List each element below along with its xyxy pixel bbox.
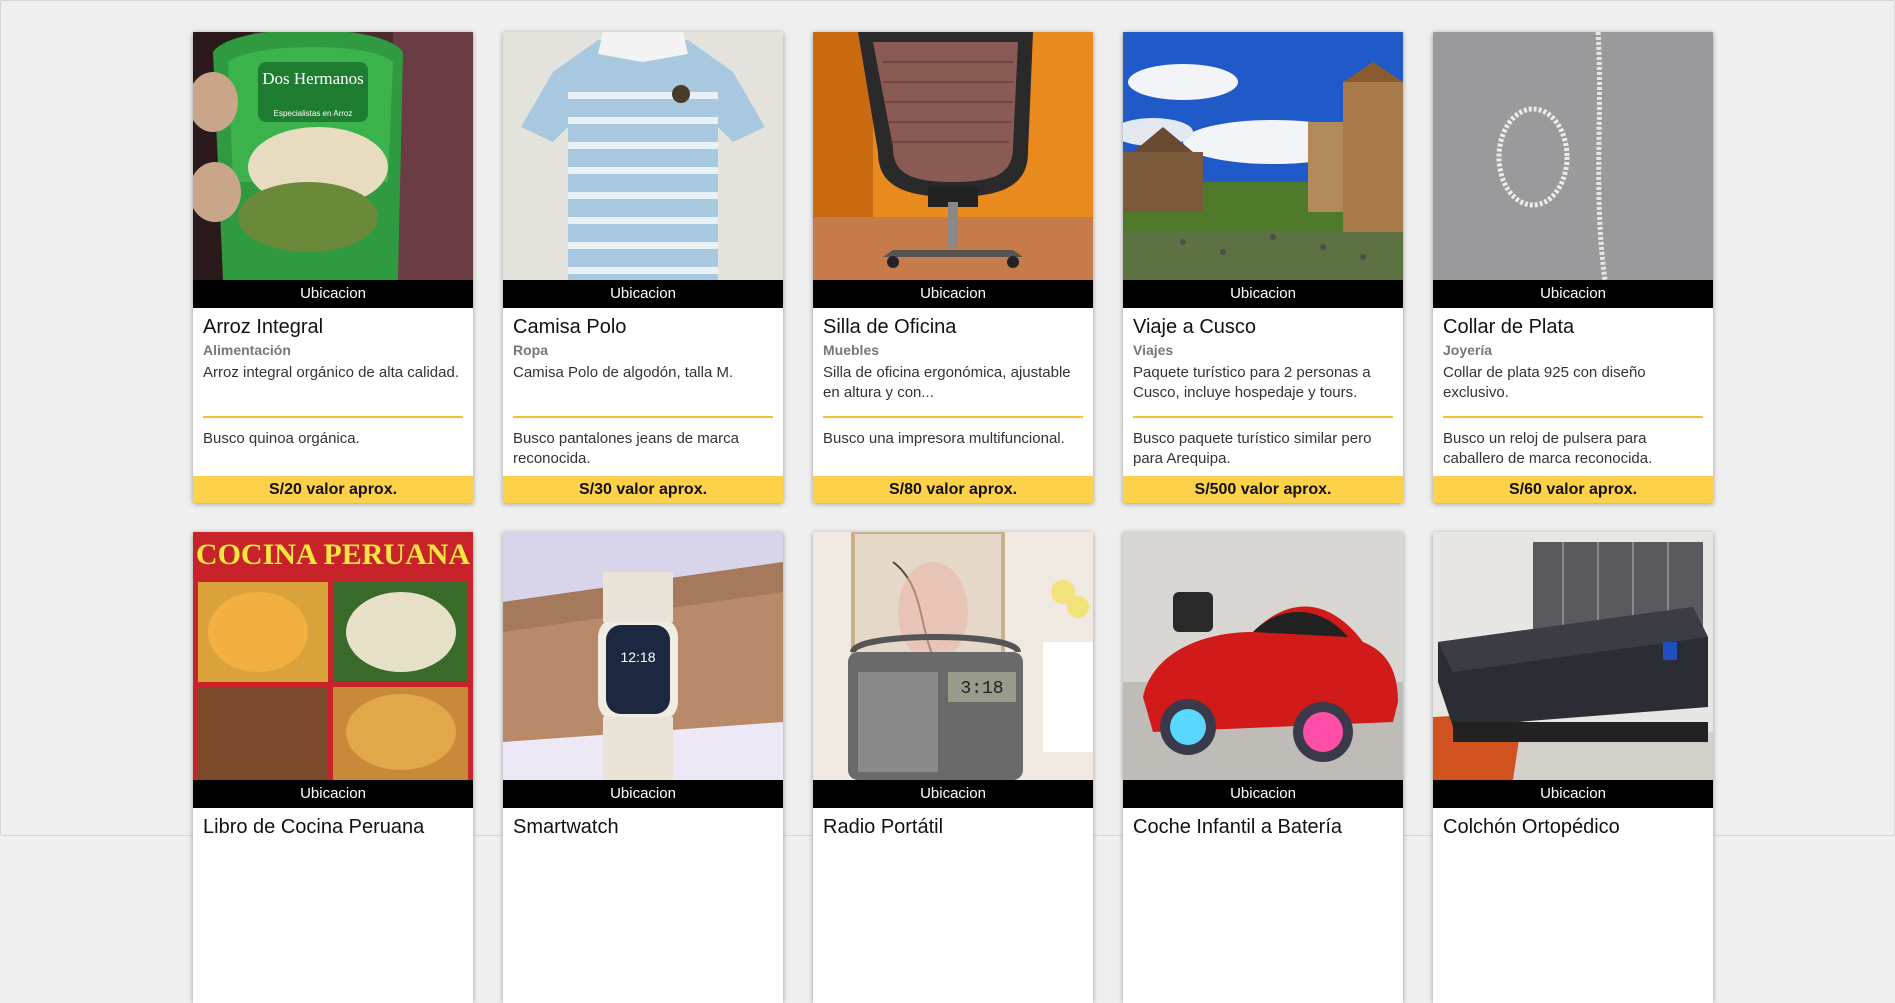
divider xyxy=(1133,416,1393,418)
product-title: Smartwatch xyxy=(513,816,619,838)
product-card[interactable]: Ubicacion Coche Infantil a Batería xyxy=(1123,532,1403,1003)
product-description: Paquete turístico para 2 personas a Cusc… xyxy=(1133,364,1371,401)
product-title: Viaje a Cusco xyxy=(1133,316,1257,338)
product-image[interactable]: 12:18 xyxy=(503,532,783,780)
product-image[interactable] xyxy=(1433,532,1713,780)
product-category: Joyería xyxy=(1443,342,1493,358)
product-category: Muebles xyxy=(823,342,880,358)
product-card[interactable]: Ubicacion Colchón Ortopédico xyxy=(1433,532,1713,1003)
product-title: Camisa Polo xyxy=(513,316,627,338)
product-image[interactable]: 3:18 xyxy=(813,532,1093,780)
cookbook-cover-text: COCINA PERUANA xyxy=(196,538,471,571)
product-title: Libro de Cocina Peruana xyxy=(203,816,425,838)
product-description: Camisa Polo de algodón, talla M. xyxy=(513,364,734,381)
product-image[interactable] xyxy=(813,32,1093,280)
location-bar[interactable]: Ubicacion xyxy=(1123,280,1403,308)
product-card[interactable]: COCINA PERUANA Ubicacion Libro de Cocina… xyxy=(193,532,473,1003)
price-badge: S/60 valor aprox. xyxy=(1433,476,1713,503)
product-title: Arroz Integral xyxy=(203,316,324,338)
divider xyxy=(203,416,463,418)
product-image[interactable] xyxy=(1123,32,1403,280)
product-image[interactable] xyxy=(1433,32,1713,280)
wanted-item: Busco pantalones jeans de marca reconoci… xyxy=(513,430,739,467)
product-description: Arroz integral orgánico de alta calidad. xyxy=(203,364,459,381)
location-bar[interactable]: Ubicacion xyxy=(193,280,473,308)
product-image[interactable] xyxy=(1123,532,1403,780)
location-bar[interactable]: Ubicacion xyxy=(813,280,1093,308)
product-card[interactable]: 3:18 Ubicacion Radio Portátil xyxy=(813,532,1093,1003)
location-bar[interactable]: Ubicacion xyxy=(1433,280,1713,308)
product-card[interactable]: Ubicacion Silla de Oficina Muebles Silla… xyxy=(813,32,1093,503)
product-title: Coche Infantil a Batería xyxy=(1133,816,1343,838)
product-card[interactable]: Ubicacion Collar de Plata Joyería Collar… xyxy=(1433,32,1713,503)
location-bar[interactable]: Ubicacion xyxy=(193,780,473,808)
wanted-item: Busco una impresora multifuncional. xyxy=(823,430,1065,447)
price-badge: S/500 valor aprox. xyxy=(1123,476,1403,503)
product-category: Viajes xyxy=(1133,342,1174,358)
watch-time-text: 12:18 xyxy=(620,649,655,665)
divider xyxy=(1443,416,1703,418)
rice-brand-subtext: Especialistas en Arroz xyxy=(274,109,353,118)
location-bar[interactable]: Ubicacion xyxy=(1433,780,1713,808)
product-card[interactable]: Dos Hermanos Especialistas en Arroz Ubic… xyxy=(193,32,473,503)
price-badge: S/20 valor aprox. xyxy=(193,476,473,503)
wanted-item: Busco quinoa orgánica. xyxy=(203,430,360,447)
product-image[interactable]: Dos Hermanos Especialistas en Arroz xyxy=(193,32,473,280)
location-bar[interactable]: Ubicacion xyxy=(503,780,783,808)
product-category: Ropa xyxy=(513,342,548,358)
product-description: Collar de plata 925 con diseño exclusivo… xyxy=(1443,364,1646,401)
product-title: Colchón Ortopédico xyxy=(1443,816,1620,838)
divider xyxy=(823,416,1083,418)
product-image[interactable]: COCINA PERUANA xyxy=(193,532,473,780)
wanted-item: Busco paquete turístico similar pero par… xyxy=(1133,430,1372,467)
product-card[interactable]: Ubicacion Viaje a Cusco Viajes Paquete t… xyxy=(1123,32,1403,503)
location-bar[interactable]: Ubicacion xyxy=(503,280,783,308)
price-badge: S/30 valor aprox. xyxy=(503,476,783,503)
product-card[interactable]: Ubicacion Camisa Polo Ropa Camisa Polo d… xyxy=(503,32,783,503)
radio-display-text: 3:18 xyxy=(960,679,1003,699)
product-title: Radio Portátil xyxy=(823,816,944,838)
rice-brand-text: Dos Hermanos xyxy=(262,69,364,88)
location-bar[interactable]: Ubicacion xyxy=(813,780,1093,808)
product-title: Collar de Plata xyxy=(1443,316,1575,338)
location-bar[interactable]: Ubicacion xyxy=(1123,780,1403,808)
product-image[interactable] xyxy=(503,32,783,280)
wanted-item: Busco un reloj de pulsera para caballero… xyxy=(1443,430,1653,467)
product-description: Silla de oficina ergonómica, ajustable e… xyxy=(823,364,1071,401)
product-grid: Dos Hermanos Especialistas en Arroz Ubic… xyxy=(193,32,1713,1003)
product-category: Alimentación xyxy=(203,342,291,358)
product-card[interactable]: 12:18 Ubicacion Smartwatch xyxy=(503,532,783,1003)
product-title: Silla de Oficina xyxy=(823,316,957,338)
divider xyxy=(513,416,773,418)
price-badge: S/80 valor aprox. xyxy=(813,476,1093,503)
